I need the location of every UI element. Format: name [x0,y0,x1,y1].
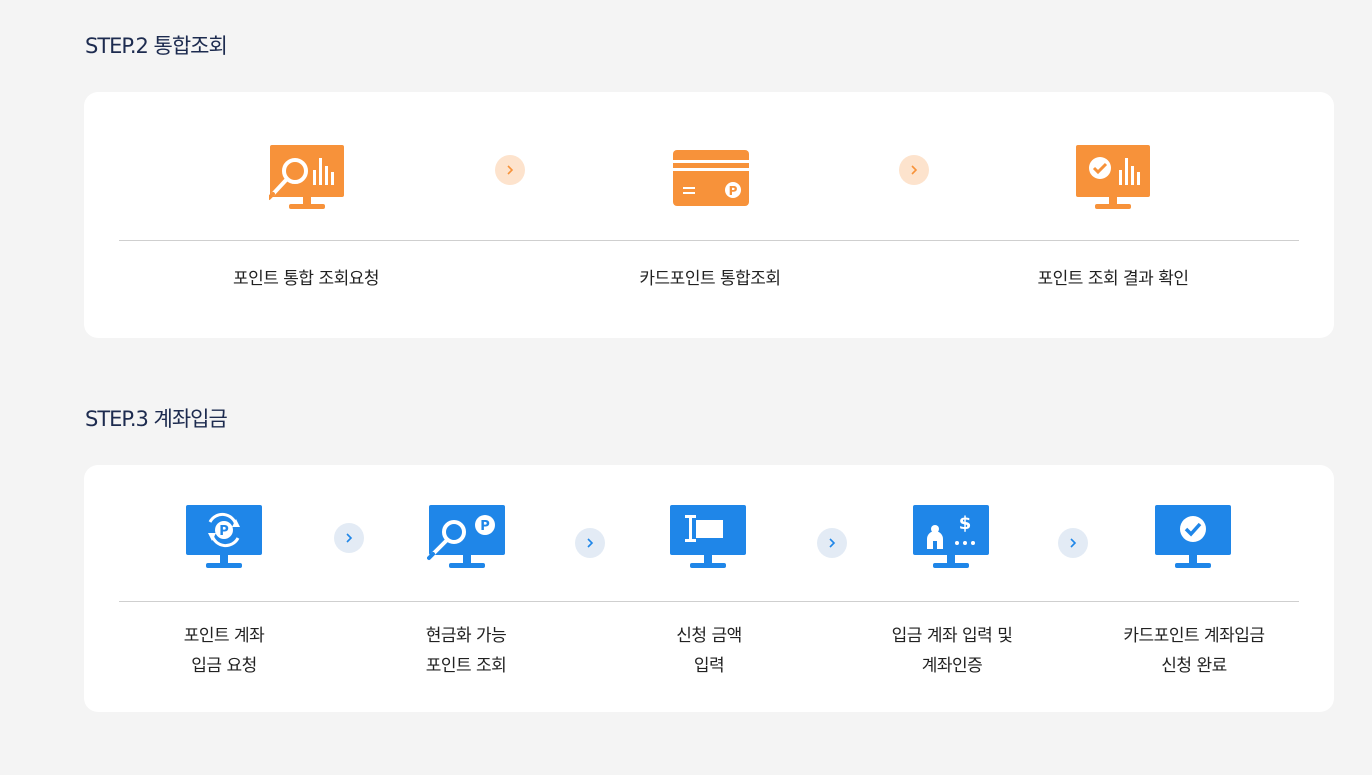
svg-text:P: P [480,519,490,534]
svg-text:$: $ [959,513,972,534]
step2-label-1: 포인트 통합 조회요청 [232,269,380,289]
step3-divider [119,601,1299,602]
step-arrow [334,523,364,553]
step-arrow [575,528,605,558]
monitor-check-chart-icon [1075,144,1153,212]
step2-title: STEP.2 통합조회 [85,34,228,58]
monitor-check-icon [1155,505,1231,573]
step3-label-3: 신청 금액 입력 [676,626,742,676]
point-card-icon: P [673,148,749,206]
monitor-account-verify-icon: $ [913,505,989,573]
step3-card: P P $ 포인트 계좌 입금 요청 현금화 가능 포인트 조회 신청 금액 입… [84,465,1334,712]
step-arrow [1058,528,1088,558]
step-arrow [899,155,929,185]
step-arrow [495,155,525,185]
monitor-search-point-icon: P [427,505,505,573]
step3-label-2: 현금화 가능 포인트 조회 [425,626,507,676]
svg-text:P: P [219,524,229,539]
step2-label-3: 포인트 조회 결과 확인 [1037,269,1189,289]
step3-label-5: 카드포인트 계좌입금 신청 완료 [1123,626,1265,676]
svg-text:P: P [729,184,738,198]
step3-label-1: 포인트 계좌 입금 요청 [183,626,265,676]
step2-label-2: 카드포인트 통합조회 [639,269,781,289]
step3-title: STEP.3 계좌입금 [85,407,228,431]
step-arrow [817,528,847,558]
monitor-search-chart-icon [269,144,347,212]
monitor-point-refresh-icon: P [186,505,262,573]
step2-card: P 포인트 통합 조회요청 카드포인트 통합조회 포인트 조회 결과 확인 [84,92,1334,338]
step3-label-4: 입금 계좌 입력 및 계좌인증 [891,626,1013,676]
monitor-input-icon [670,505,746,573]
step2-divider [119,240,1299,241]
